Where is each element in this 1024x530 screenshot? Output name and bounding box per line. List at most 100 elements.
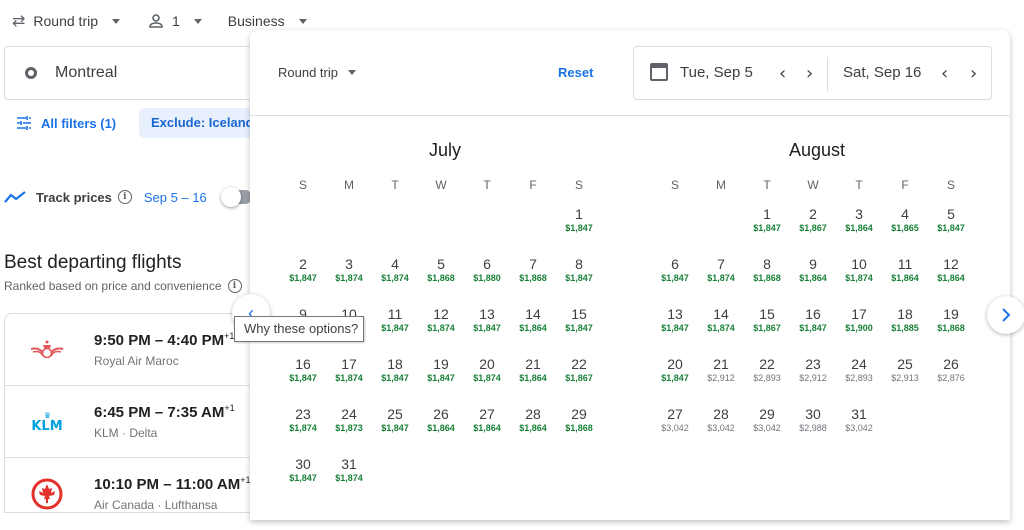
- calendar-day[interactable]: 8 $1,868: [744, 254, 790, 304]
- royal-air-maroc-logo: [27, 334, 67, 366]
- empty-cell: [510, 204, 556, 254]
- calendar-day[interactable]: 16 $1,847: [790, 304, 836, 354]
- calendar-day[interactable]: 16 $1,847: [280, 354, 326, 404]
- calendar-day[interactable]: 28 $1,864: [510, 404, 556, 454]
- calendar-day[interactable]: 19 $1,868: [928, 304, 974, 354]
- track-dates: Sep 5 – 16: [143, 189, 207, 205]
- calendar-icon: [650, 63, 668, 81]
- calendar-day[interactable]: 27 $1,864: [464, 404, 510, 454]
- all-filters-button[interactable]: All filters (1): [16, 108, 116, 138]
- caret-down-icon: [112, 18, 120, 24]
- info-icon[interactable]: i: [227, 279, 242, 293]
- calendar-day[interactable]: 23 $2,912: [790, 354, 836, 404]
- calendar-day[interactable]: 11 $1,847: [372, 304, 418, 354]
- calendar-day[interactable]: 25 $1,847: [372, 404, 418, 454]
- divider: [827, 57, 828, 91]
- calendar-day[interactable]: 29 $1,868: [556, 404, 602, 454]
- calendar-day[interactable]: 1 $1,847: [744, 204, 790, 254]
- origin-input[interactable]: Montreal: [4, 46, 264, 100]
- weekday-label: W: [807, 178, 819, 192]
- return-date[interactable]: Sat, Sep 16: [843, 64, 921, 81]
- calendar-day[interactable]: 6 $1,880: [464, 254, 510, 304]
- flight-row[interactable]: ♛ KLM 6:45 PM – 7:35 AM+1 KLM · Delta: [5, 386, 275, 458]
- calendar-day[interactable]: 30 $2,988: [790, 404, 836, 454]
- calendar-day[interactable]: 4 $1,874: [372, 254, 418, 304]
- date-range-field: Tue, Sep 5 ‹ › Sat, Sep 16 ‹ ›: [633, 46, 992, 100]
- day-price: $2,988: [799, 423, 827, 433]
- next-month-button[interactable]: [987, 296, 1024, 334]
- calendar-day[interactable]: 6 $1,847: [652, 254, 698, 304]
- calendar-day[interactable]: 15 $1,867: [744, 304, 790, 354]
- calendar-day[interactable]: 12 $1,874: [418, 304, 464, 354]
- departure-next-button[interactable]: ›: [806, 63, 813, 84]
- calendar-day[interactable]: 7 $1,874: [698, 254, 744, 304]
- calendar-day[interactable]: 20 $1,847: [652, 354, 698, 404]
- departure-prev-button[interactable]: ‹: [779, 63, 786, 84]
- day-price: $1,847: [661, 323, 689, 333]
- day-number: 23: [805, 356, 821, 372]
- calendar-day[interactable]: 23 $1,874: [280, 404, 326, 454]
- passenger-count: 1: [172, 13, 180, 29]
- calendar-day[interactable]: 22 $2,893: [744, 354, 790, 404]
- calendar-day[interactable]: 25 $2,913: [882, 354, 928, 404]
- caret-down-icon: [193, 18, 202, 24]
- calendar-day[interactable]: 5 $1,868: [418, 254, 464, 304]
- calendar-day[interactable]: 8 $1,847: [556, 254, 602, 304]
- calendar-day[interactable]: 5 $1,847: [928, 204, 974, 254]
- day-price: $1,868: [565, 423, 593, 433]
- calendar-day[interactable]: 3 $1,864: [836, 204, 882, 254]
- empty-cell: [418, 204, 464, 254]
- info-icon[interactable]: i: [117, 190, 132, 204]
- calendar-day[interactable]: 17 $1,900: [836, 304, 882, 354]
- calendar-day[interactable]: 19 $1,847: [418, 354, 464, 404]
- calendar-day[interactable]: 27 $3,042: [652, 404, 698, 454]
- calendar-day[interactable]: 13 $1,847: [652, 304, 698, 354]
- calendar-day[interactable]: 1 $1,847: [556, 204, 602, 254]
- best-flights-heading: Best departing flights: [4, 252, 182, 273]
- popup-trip-type-select[interactable]: Round trip: [278, 65, 356, 80]
- calendar-day[interactable]: 14 $1,864: [510, 304, 556, 354]
- calendar-day[interactable]: 24 $2,893: [836, 354, 882, 404]
- return-prev-button[interactable]: ‹: [941, 63, 948, 84]
- calendar-day[interactable]: 31 $3,042: [836, 404, 882, 454]
- calendar-day[interactable]: 31 $1,874: [326, 454, 372, 504]
- day-number: 17: [341, 356, 357, 372]
- calendar-day[interactable]: 21 $1,864: [510, 354, 556, 404]
- calendar-day[interactable]: 28 $3,042: [698, 404, 744, 454]
- cabin-class-select[interactable]: Business: [228, 13, 307, 29]
- empty-cell: [280, 204, 326, 254]
- calendar-day[interactable]: 17 $1,874: [326, 354, 372, 404]
- departure-date[interactable]: Tue, Sep 5: [680, 64, 753, 81]
- calendar-day[interactable]: 7 $1,868: [510, 254, 556, 304]
- calendar-day[interactable]: 12 $1,864: [928, 254, 974, 304]
- passengers-select[interactable]: 1: [148, 13, 202, 29]
- calendar-day[interactable]: 26 $1,864: [418, 404, 464, 454]
- calendar-day[interactable]: 2 $1,847: [280, 254, 326, 304]
- reset-button[interactable]: Reset: [558, 65, 593, 80]
- calendar-day[interactable]: 21 $2,912: [698, 354, 744, 404]
- calendar-day[interactable]: 11 $1,864: [882, 254, 928, 304]
- day-number: 4: [901, 206, 909, 222]
- calendar-day[interactable]: 20 $1,874: [464, 354, 510, 404]
- calendar-day[interactable]: 9 $1,864: [790, 254, 836, 304]
- calendar-day[interactable]: 3 $1,874: [326, 254, 372, 304]
- calendar-day[interactable]: 18 $1,885: [882, 304, 928, 354]
- ranking-text: Ranked based on price and convenience: [4, 279, 222, 293]
- calendar-day[interactable]: 4 $1,865: [882, 204, 928, 254]
- day-price: $2,893: [753, 373, 781, 383]
- calendar-day[interactable]: 2 $1,867: [790, 204, 836, 254]
- flight-row[interactable]: 10:10 PM – 11:00 AM+1 Air Canada · Lufth…: [5, 458, 275, 530]
- return-next-button[interactable]: ›: [970, 63, 977, 84]
- calendar-day[interactable]: 29 $3,042: [744, 404, 790, 454]
- calendar-day[interactable]: 13 $1,847: [464, 304, 510, 354]
- toggle-thumb[interactable]: [221, 187, 241, 207]
- calendar-day[interactable]: 15 $1,847: [556, 304, 602, 354]
- calendar-day[interactable]: 26 $2,876: [928, 354, 974, 404]
- calendar-day[interactable]: 18 $1,847: [372, 354, 418, 404]
- calendar-day[interactable]: 14 $1,874: [698, 304, 744, 354]
- calendar-day[interactable]: 22 $1,867: [556, 354, 602, 404]
- calendar-day[interactable]: 30 $1,847: [280, 454, 326, 504]
- trip-type-select[interactable]: ⇄ Round trip: [12, 11, 120, 31]
- calendar-day[interactable]: 24 $1,873: [326, 404, 372, 454]
- calendar-day[interactable]: 10 $1,874: [836, 254, 882, 304]
